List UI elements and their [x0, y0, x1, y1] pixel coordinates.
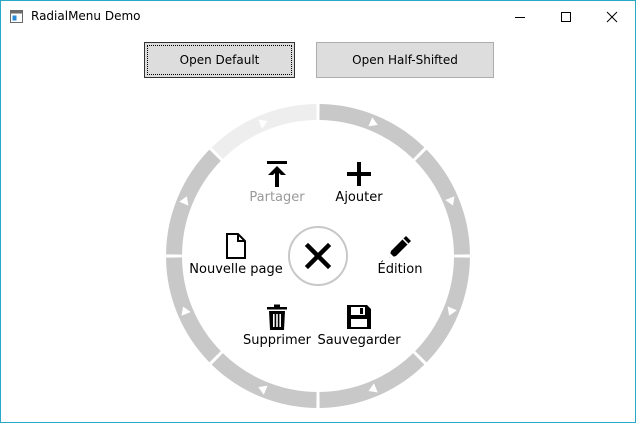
radial-item-label: Ajouter [335, 190, 383, 205]
ring-segment[interactable] [319, 353, 425, 408]
radial-ring [166, 104, 470, 408]
save-icon [347, 305, 371, 329]
radial-item-label: Nouvelle page [189, 262, 283, 277]
ring-segment[interactable] [211, 104, 317, 159]
radial-item-label: Supprimer [243, 333, 311, 348]
radial-item-label: Édition [377, 262, 423, 277]
new-page-icon [226, 233, 246, 259]
ring-segment[interactable] [319, 104, 425, 159]
ring-segment[interactable] [415, 257, 470, 363]
ring-segment[interactable] [211, 353, 317, 408]
ring-segment[interactable] [166, 149, 221, 255]
radial-menu: Partager Ajouter Nouvelle page Édition S… [0, 0, 636, 423]
plus-icon [347, 162, 371, 186]
share-upload-icon [267, 161, 287, 187]
trash-icon [267, 304, 287, 330]
radial-item-label: Partager [249, 190, 305, 205]
pencil-icon [389, 236, 411, 258]
ring-segment[interactable] [415, 149, 470, 255]
radial-item-label: Sauvegarder [317, 333, 401, 348]
